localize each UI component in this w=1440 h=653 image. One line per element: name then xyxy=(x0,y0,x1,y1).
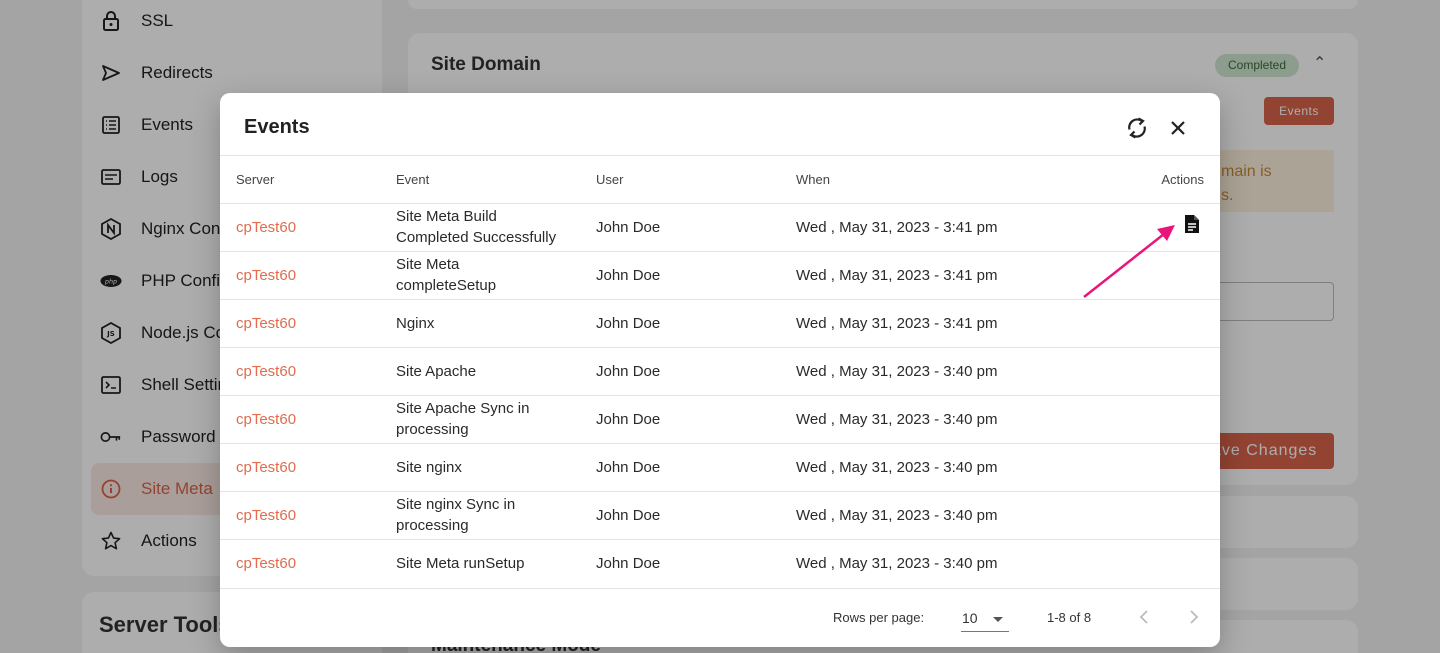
caret-down-icon xyxy=(993,617,1003,622)
when-cell: Wed , May 31, 2023 - 3:41 pm xyxy=(796,251,1096,300)
event-text: Site Apache Sync in processing xyxy=(396,400,530,438)
server-link[interactable]: cpTest60 xyxy=(220,491,396,540)
user-cell: John Doe xyxy=(596,299,796,348)
actions-cell xyxy=(1096,539,1220,589)
event-cell: Site Meta completeSetup xyxy=(396,251,596,300)
user-cell: John Doe xyxy=(596,539,796,589)
actions-cell xyxy=(1096,251,1220,300)
event-text: Site Meta runSetup xyxy=(396,555,525,572)
modal-header: Events xyxy=(220,93,1220,156)
rows-per-page-value: 10 xyxy=(962,610,978,626)
user-cell: John Doe xyxy=(596,251,796,300)
table-row: cpTest60 Site Meta Build Completed Succe… xyxy=(220,203,1220,252)
table-row: cpTest60 Site Apache Sync in processing … xyxy=(220,395,1220,444)
user-cell: John Doe xyxy=(596,347,796,396)
events-modal: Events Server Event User When Actions cp… xyxy=(220,93,1220,647)
actions-cell xyxy=(1096,203,1220,252)
event-cell: Site Apache xyxy=(396,347,596,396)
event-text: Site nginx Sync in processing xyxy=(396,496,516,534)
event-text: Nginx xyxy=(396,314,435,332)
next-page-button[interactable] xyxy=(1178,602,1210,634)
column-header-server: Server xyxy=(220,156,396,204)
actions-cell xyxy=(1096,299,1220,348)
server-link[interactable]: cpTest60 xyxy=(220,395,396,444)
when-cell: Wed , May 31, 2023 - 3:40 pm xyxy=(796,443,1096,492)
chevron-left-icon xyxy=(1139,609,1149,627)
column-header-when: When xyxy=(796,156,1096,204)
event-cell: Nginx xyxy=(396,299,596,348)
event-cell: Site nginx xyxy=(396,443,596,492)
event-cell: Site Meta Build Completed Successfully xyxy=(396,203,596,252)
when-cell: Wed , May 31, 2023 - 3:40 pm xyxy=(796,539,1096,589)
modal-title: Events xyxy=(244,116,310,138)
table-header-row: Server Event User When Actions xyxy=(220,156,1220,204)
rows-per-page-label: Rows per page: xyxy=(833,610,925,625)
actions-cell xyxy=(1096,395,1220,444)
when-cell: Wed , May 31, 2023 - 3:41 pm xyxy=(796,203,1096,252)
chevron-right-icon xyxy=(1189,609,1199,627)
close-icon xyxy=(1170,120,1186,141)
when-cell: Wed , May 31, 2023 - 3:41 pm xyxy=(796,299,1096,348)
table-row: cpTest60 Site Apache John Doe Wed , May … xyxy=(220,347,1220,396)
user-cell: John Doe xyxy=(596,491,796,540)
pagination-range: 1-8 of 8 xyxy=(1047,610,1092,625)
when-cell: Wed , May 31, 2023 - 3:40 pm xyxy=(796,395,1096,444)
table-row: cpTest60 Site nginx John Doe Wed , May 3… xyxy=(220,443,1220,492)
server-link[interactable]: cpTest60 xyxy=(220,443,396,492)
server-link[interactable]: cpTest60 xyxy=(220,347,396,396)
document-icon xyxy=(1184,215,1200,238)
event-cell: Site Apache Sync in processing xyxy=(396,395,596,444)
column-header-actions: Actions xyxy=(1096,156,1220,204)
user-cell: John Doe xyxy=(596,395,796,444)
when-cell: Wed , May 31, 2023 - 3:40 pm xyxy=(796,491,1096,540)
server-link[interactable]: cpTest60 xyxy=(220,203,396,252)
view-details-button[interactable] xyxy=(1184,214,1200,240)
event-text: Site Meta Build Completed Successfully xyxy=(396,208,557,246)
table-row: cpTest60 Site Meta completeSetup John Do… xyxy=(220,251,1220,300)
event-cell: Site Meta runSetup xyxy=(396,539,596,589)
server-link[interactable]: cpTest60 xyxy=(220,539,396,589)
actions-cell xyxy=(1096,491,1220,540)
column-header-event: Event xyxy=(396,156,596,204)
refresh-button[interactable] xyxy=(1120,113,1154,147)
previous-page-button[interactable] xyxy=(1128,602,1160,634)
close-button[interactable] xyxy=(1161,113,1195,147)
event-text: Site Apache xyxy=(396,362,477,380)
events-table: Server Event User When Actions cpTest60 … xyxy=(220,156,1220,589)
event-text: Site Meta completeSetup xyxy=(396,256,497,294)
event-text: Site nginx xyxy=(396,458,462,476)
actions-cell xyxy=(1096,443,1220,492)
server-link[interactable]: cpTest60 xyxy=(220,251,396,300)
when-cell: Wed , May 31, 2023 - 3:40 pm xyxy=(796,347,1096,396)
event-cell: Site nginx Sync in processing xyxy=(396,491,596,540)
table-row: cpTest60 Nginx John Doe Wed , May 31, 20… xyxy=(220,299,1220,348)
actions-cell xyxy=(1096,347,1220,396)
user-cell: John Doe xyxy=(596,443,796,492)
table-row: cpTest60 Site Meta runSetup John Doe Wed… xyxy=(220,539,1220,589)
table-footer: Rows per page: 10 1-8 of 8 xyxy=(220,588,1220,647)
table-row: cpTest60 Site nginx Sync in processing J… xyxy=(220,491,1220,540)
server-link[interactable]: cpTest60 xyxy=(220,299,396,348)
column-header-user: User xyxy=(596,156,796,204)
user-cell: John Doe xyxy=(596,203,796,252)
refresh-icon xyxy=(1125,115,1149,146)
rows-per-page-select[interactable]: 10 xyxy=(961,606,1009,632)
